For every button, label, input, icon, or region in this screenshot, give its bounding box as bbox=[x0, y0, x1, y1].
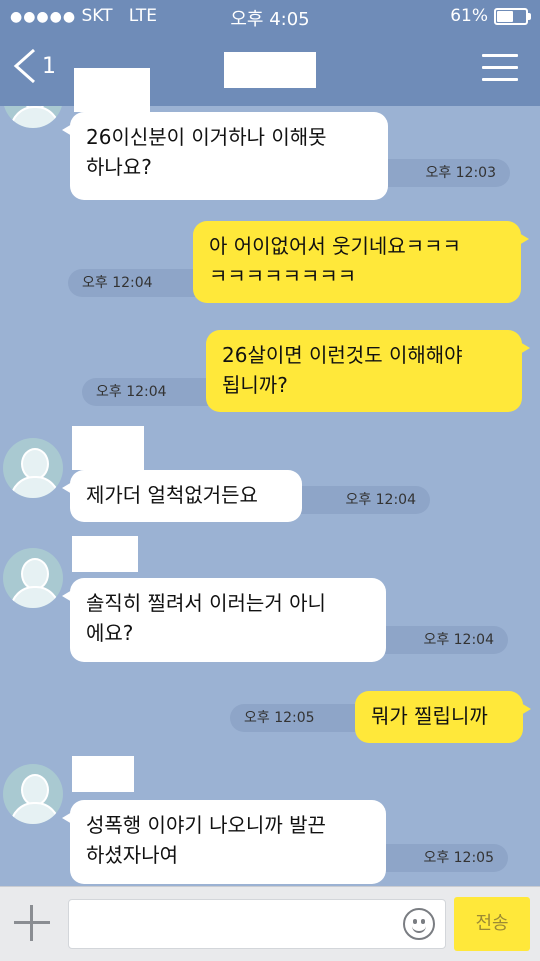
avatar-body bbox=[10, 106, 60, 128]
chevron-left-icon bbox=[13, 48, 35, 84]
menu-icon-line bbox=[482, 54, 518, 57]
sender-avatar[interactable] bbox=[3, 764, 63, 824]
battery-status: 61% bbox=[450, 6, 531, 26]
battery-percent: 61% bbox=[450, 6, 488, 26]
outgoing-message[interactable]: 뭐가 찔립니까 bbox=[355, 691, 531, 743]
chat-header: 1 bbox=[0, 34, 540, 112]
sender-avatar[interactable] bbox=[3, 548, 63, 608]
sender-avatar[interactable] bbox=[3, 106, 63, 128]
menu-icon-line bbox=[482, 78, 518, 81]
battery-fill bbox=[497, 10, 513, 22]
menu-button[interactable] bbox=[482, 54, 518, 90]
outgoing-message[interactable]: 26살이면 이런것도 이해해야 됩니까? bbox=[206, 330, 530, 412]
battery-icon bbox=[494, 7, 531, 25]
plus-icon[interactable] bbox=[12, 903, 52, 943]
outgoing-message[interactable]: 아 어이없어서 웃기네요ㅋㅋㅋ ㅋㅋㅋㅋㅋㅋㅋㅋ bbox=[193, 221, 529, 303]
incoming-message[interactable]: 솔직히 찔려서 이러는거 아니 에요? bbox=[62, 578, 386, 662]
message-input-bar: 전송 bbox=[0, 886, 540, 961]
send-button[interactable]: 전송 bbox=[454, 897, 530, 951]
status-bar: ●●●●● SKT LTE 오후 4:05 61% bbox=[0, 0, 540, 34]
redacted-sender-name bbox=[72, 756, 134, 792]
incoming-message[interactable]: 성폭행 이야기 나오니까 발끈 하셨자나여 bbox=[62, 800, 386, 884]
redacted-chat-title bbox=[224, 52, 316, 88]
message-list[interactable]: 오후 12:03 26이신분이 이거하나 이해못 하나요? 오후 12:04 아… bbox=[0, 106, 540, 886]
back-button[interactable]: 1 bbox=[10, 46, 56, 86]
emoji-icon[interactable] bbox=[403, 908, 435, 940]
avatar-body bbox=[10, 802, 60, 824]
redacted-sender-name bbox=[72, 536, 138, 572]
message-input[interactable] bbox=[68, 899, 446, 949]
unread-count: 1 bbox=[42, 53, 56, 79]
avatar-body bbox=[10, 476, 60, 498]
incoming-message[interactable]: 제가더 얼척없거든요 bbox=[62, 470, 302, 522]
avatar-body bbox=[10, 586, 60, 608]
menu-icon-line bbox=[482, 66, 518, 69]
sender-avatar[interactable] bbox=[3, 438, 63, 498]
emoji-mouth bbox=[412, 923, 426, 933]
redacted-sender-name bbox=[72, 426, 144, 470]
incoming-message[interactable]: 26이신분이 이거하나 이해못 하나요? bbox=[62, 112, 388, 200]
